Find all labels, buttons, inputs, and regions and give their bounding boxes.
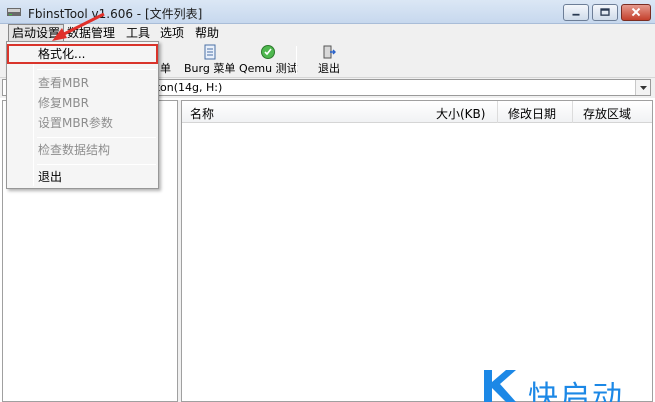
qemu-test-button[interactable]: Qemu 测试 bbox=[239, 44, 298, 76]
maximize-icon bbox=[600, 8, 610, 16]
column-modified-date[interactable]: 修改日期 bbox=[508, 105, 556, 122]
app-icon bbox=[7, 8, 21, 16]
title-bar: FbinstTool v1.606 - [文件列表] bbox=[0, 0, 655, 24]
qemu-test-icon bbox=[261, 45, 276, 59]
minimize-icon bbox=[572, 13, 580, 16]
menu-bar: 启动设置 数据管理 工具 选项 帮助 bbox=[0, 24, 655, 42]
column-name[interactable]: 名称 bbox=[190, 105, 214, 122]
file-list-header: 名称 大小(KB) 修改日期 存放区域 bbox=[182, 101, 652, 123]
menu-separator bbox=[37, 69, 156, 70]
menu-help[interactable]: 帮助 bbox=[192, 24, 222, 42]
column-divider[interactable] bbox=[572, 101, 573, 123]
file-list-panel[interactable]: 名称 大小(KB) 修改日期 存放区域 bbox=[181, 100, 653, 402]
maximize-button[interactable] bbox=[592, 4, 618, 21]
close-button[interactable] bbox=[621, 4, 651, 21]
menu-item-restore-mbr[interactable]: 修复MBR bbox=[7, 93, 158, 113]
burg-menu-button[interactable]: Burg 菜单 bbox=[184, 44, 235, 76]
kuaiqidong-logo-icon bbox=[484, 370, 516, 402]
document-icon bbox=[204, 44, 216, 60]
minimize-button[interactable] bbox=[563, 4, 589, 21]
boot-settings-dropdown: 格式化... 查看MBR 修复MBR 设置MBR参数 检查数据结构 退出 bbox=[6, 41, 159, 189]
menu-item-check-structure[interactable]: 检查数据结构 bbox=[7, 140, 158, 160]
burg-menu-label: Burg 菜单 bbox=[184, 62, 236, 75]
window-title: FbinstTool v1.606 - [文件列表] bbox=[28, 7, 203, 21]
toolbar-separator bbox=[296, 46, 297, 74]
column-divider[interactable] bbox=[497, 101, 498, 123]
close-icon bbox=[631, 7, 641, 17]
qemu-test-label: Qemu 测试 bbox=[239, 62, 298, 75]
menu-item-set-mbr-params[interactable]: 设置MBR参数 bbox=[7, 113, 158, 133]
device-dropdown-button[interactable] bbox=[635, 80, 650, 95]
menu-item-exit[interactable]: 退出 bbox=[7, 167, 158, 187]
menu-boot-settings[interactable]: 启动设置 bbox=[8, 24, 65, 42]
menu-tools[interactable]: 工具 bbox=[123, 24, 153, 42]
exit-toolbar-label: 退出 bbox=[318, 62, 340, 75]
menu-separator bbox=[37, 164, 156, 165]
menu-data-management[interactable]: 数据管理 bbox=[64, 24, 118, 42]
menu-options[interactable]: 选项 bbox=[157, 24, 187, 42]
watermark-text: 快启动 bbox=[528, 380, 624, 402]
device-selected-value: ston(14g, H:) bbox=[150, 81, 223, 94]
menu-item-view-mbr[interactable]: 查看MBR bbox=[7, 73, 158, 93]
menu-separator bbox=[37, 137, 156, 138]
column-storage-area[interactable]: 存放区域 bbox=[583, 105, 631, 122]
chevron-down-icon bbox=[640, 86, 647, 90]
menu-partial-label: 单 bbox=[160, 62, 171, 75]
column-size[interactable]: 大小(KB) bbox=[436, 105, 485, 122]
exit-toolbar-button[interactable]: 退出 bbox=[318, 44, 340, 76]
exit-door-icon bbox=[323, 45, 336, 59]
menu-item-format[interactable]: 格式化... bbox=[7, 44, 158, 64]
